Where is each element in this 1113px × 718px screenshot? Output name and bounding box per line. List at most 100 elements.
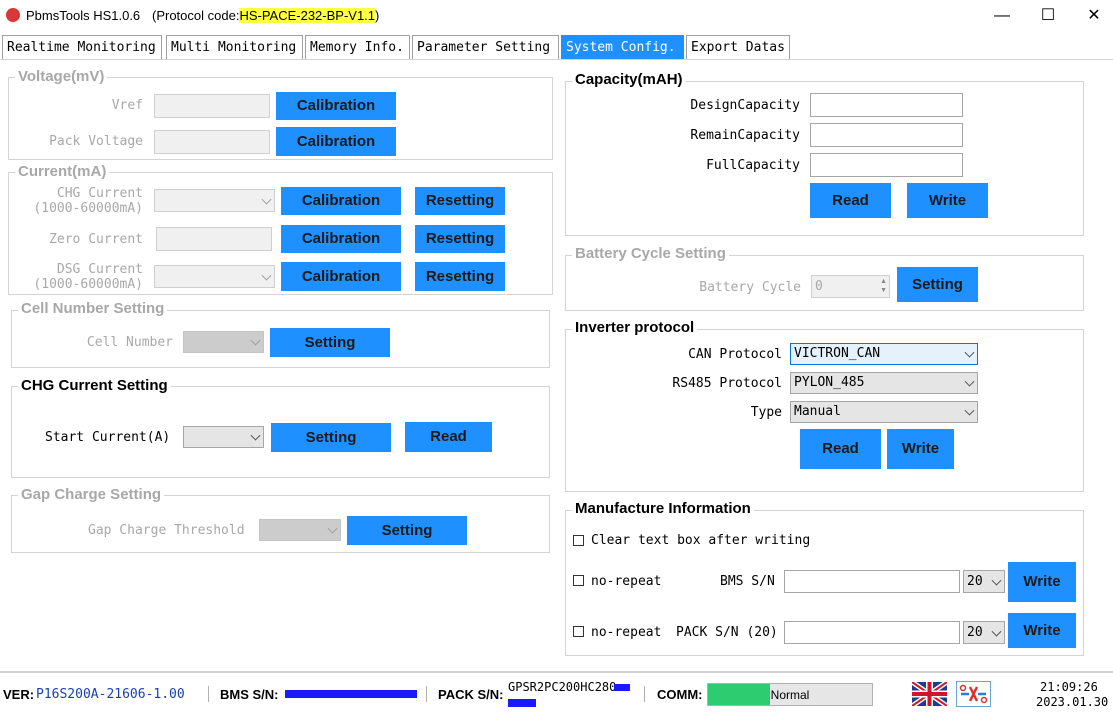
start-current-setting-button[interactable]: Setting xyxy=(271,423,391,452)
comm-label: COMM: xyxy=(657,687,703,702)
clear-textbox-checkbox[interactable] xyxy=(573,535,584,546)
status-separator xyxy=(208,686,209,702)
minimize-button[interactable]: — xyxy=(979,0,1025,32)
cell-number-group-title: Cell Number Setting xyxy=(18,300,168,317)
start-current-combo[interactable] xyxy=(183,426,264,448)
pack-no-repeat-checkbox[interactable] xyxy=(573,626,584,637)
bms-sn-write-button[interactable]: Write xyxy=(1008,562,1076,602)
full-capacity-input[interactable] xyxy=(810,153,963,177)
vref-calibration-button[interactable]: Calibration xyxy=(276,92,396,120)
inverter-write-button[interactable]: Write xyxy=(887,429,954,469)
type-select[interactable]: Manual xyxy=(790,401,978,423)
bms-no-repeat-label: no-repeat xyxy=(591,574,662,589)
protocol-code-label: (Protocol code:HS-PACE-232-BP-V1.1) xyxy=(152,8,380,23)
chg-current-combo[interactable] xyxy=(154,189,275,212)
bms-sn-length-select[interactable]: 20 xyxy=(963,570,1005,593)
maximize-button[interactable]: ☐ xyxy=(1025,0,1071,32)
chevron-down-icon xyxy=(964,376,975,387)
disconnect-icon[interactable] xyxy=(956,681,991,707)
remain-capacity-label: RemainCapacity xyxy=(690,128,800,143)
tab-export-datas[interactable]: Export Datas xyxy=(686,35,790,59)
bms-sn-input[interactable] xyxy=(784,570,960,593)
protocol-code: HS-PACE-232-BP-V1.1 xyxy=(239,8,376,23)
spin-arrows-icon[interactable]: ▲ ▼ xyxy=(880,277,887,295)
tab-memory-info[interactable]: Memory Info. xyxy=(305,35,410,59)
capacity-read-button[interactable]: Read xyxy=(810,183,891,218)
pack-no-repeat-label: no-repeat xyxy=(591,625,662,640)
status-bar-divider xyxy=(0,671,1113,673)
dsg-calibration-button[interactable]: Calibration xyxy=(281,262,401,291)
zero-current-input[interactable] xyxy=(156,227,272,251)
tab-realtime-monitoring[interactable]: Realtime Monitoring xyxy=(2,35,162,59)
remain-capacity-input[interactable] xyxy=(810,123,963,147)
pack-sn-write-button[interactable]: Write xyxy=(1008,613,1076,648)
comm-progress-bar: Normal xyxy=(707,683,873,706)
chg-calibration-button[interactable]: Calibration xyxy=(281,187,401,215)
pack-voltage-calibration-button[interactable]: Calibration xyxy=(276,127,396,156)
rs485-protocol-label: RS485 Protocol xyxy=(672,376,782,391)
dsg-resetting-button[interactable]: Resetting xyxy=(415,262,505,291)
battery-cycle-spinbox[interactable]: 0 ▲ ▼ xyxy=(811,275,890,298)
close-button[interactable]: ✕ xyxy=(1071,0,1113,32)
pack-voltage-input[interactable] xyxy=(154,130,270,154)
tab-system-config[interactable]: System Config. xyxy=(561,35,684,59)
cell-number-setting-button[interactable]: Setting xyxy=(270,328,390,357)
tab-parameter-setting[interactable]: Parameter Setting xyxy=(412,35,559,59)
battery-cycle-value: 0 xyxy=(815,279,823,294)
gap-charge-group-title: Gap Charge Setting xyxy=(18,486,165,503)
bms-no-repeat-checkbox[interactable] xyxy=(573,575,584,586)
vref-label: Vref xyxy=(111,98,143,113)
cell-number-combo[interactable] xyxy=(183,331,264,353)
zero-calibration-button[interactable]: Calibration xyxy=(281,225,401,253)
design-capacity-input[interactable] xyxy=(810,93,963,117)
battery-cycle-setting-button[interactable]: Setting xyxy=(897,267,978,302)
chevron-down-icon xyxy=(991,575,1002,586)
ver-label: VER: xyxy=(3,687,35,702)
rs485-protocol-select[interactable]: PYLON_485 xyxy=(790,372,978,394)
pack-voltage-label: Pack Voltage xyxy=(49,134,143,149)
pack-sn-status-label: PACK S/N: xyxy=(438,687,504,702)
chevron-down-icon xyxy=(964,405,975,416)
dsg-current-label: DSG Current (1000-60000mA) xyxy=(33,262,143,292)
type-label: Type xyxy=(750,405,782,420)
zero-resetting-button[interactable]: Resetting xyxy=(415,225,505,253)
capacity-write-button[interactable]: Write xyxy=(907,183,988,218)
can-protocol-select[interactable]: VICTRON_CAN xyxy=(790,343,978,365)
pack-sn-label: PACK S/N (20) xyxy=(676,625,778,640)
pack-sn-length-select[interactable]: 20 xyxy=(963,621,1005,644)
voltage-group-title: Voltage(mV) xyxy=(15,68,108,85)
current-group-title: Current(mA) xyxy=(15,163,110,180)
redacted-bms-sn xyxy=(285,690,417,698)
status-separator xyxy=(644,686,645,702)
redacted-pack-sn-1 xyxy=(614,684,630,691)
vref-input[interactable] xyxy=(154,94,270,118)
comm-status-text: Normal xyxy=(770,688,810,702)
chg-resetting-button[interactable]: Resetting xyxy=(415,187,505,215)
pack-sn-status-value: GPSR2PC200HC280 xyxy=(508,680,617,694)
pack-sn-input[interactable] xyxy=(784,621,960,644)
bms-sn-status-label: BMS S/N: xyxy=(220,687,279,702)
capacity-group-title: Capacity(mAH) xyxy=(572,71,686,88)
chevron-down-icon xyxy=(261,270,272,281)
battery-cycle-label: Battery Cycle xyxy=(699,280,801,295)
chevron-down-icon xyxy=(991,626,1002,637)
design-capacity-label: DesignCapacity xyxy=(690,98,800,113)
zero-current-label: Zero Current xyxy=(49,232,143,247)
clear-textbox-label: Clear text box after writing xyxy=(591,533,811,548)
inverter-read-button[interactable]: Read xyxy=(800,429,881,469)
start-current-label: Start Current(A) xyxy=(45,430,171,445)
gap-charge-setting-button[interactable]: Setting xyxy=(347,516,467,545)
chevron-down-icon xyxy=(250,335,261,346)
gap-charge-combo[interactable] xyxy=(259,519,341,541)
tab-multi-monitoring[interactable]: Multi Monitoring xyxy=(166,35,303,59)
window-title: PbmsTools HS1.0.6 xyxy=(26,8,141,23)
start-current-read-button[interactable]: Read xyxy=(405,422,492,452)
manufacture-group-title: Manufacture Information xyxy=(572,500,754,517)
uk-flag-icon[interactable] xyxy=(910,679,949,709)
chevron-down-icon xyxy=(327,523,338,534)
chevron-down-icon xyxy=(261,194,272,205)
gap-charge-label: Gap Charge Threshold xyxy=(88,523,245,538)
redacted-pack-sn-2 xyxy=(508,699,536,707)
dsg-current-combo[interactable] xyxy=(154,265,275,288)
chg-current-label: CHG Current (1000-60000mA) xyxy=(33,186,143,216)
